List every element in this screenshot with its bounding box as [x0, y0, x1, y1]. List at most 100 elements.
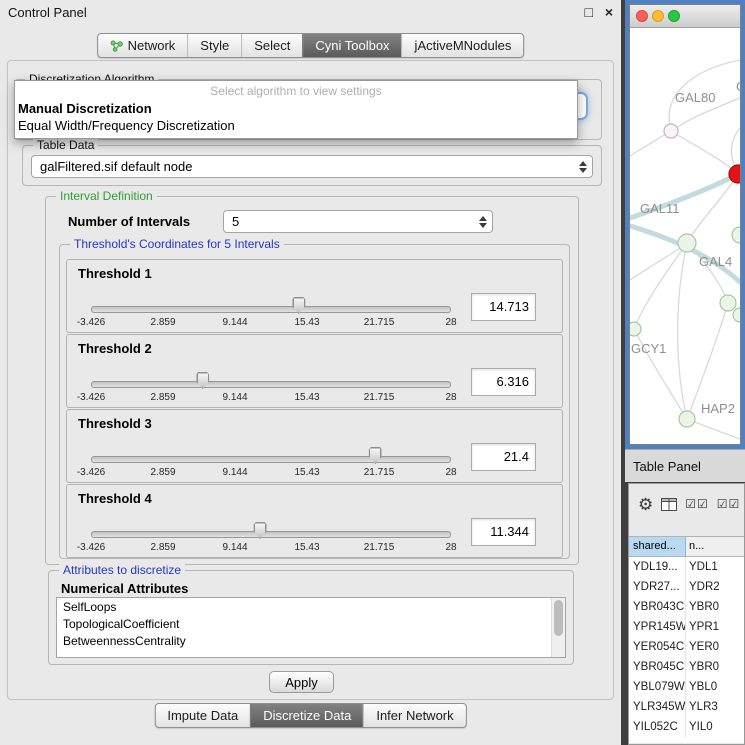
- threshold-1-slider[interactable]: [91, 296, 451, 318]
- float-window-icon[interactable]: □: [585, 4, 593, 20]
- cell-name: YBR0: [686, 657, 744, 677]
- group-title: Table Data: [33, 138, 98, 152]
- group-title: Interval Definition: [56, 189, 157, 203]
- network-node[interactable]: [733, 308, 740, 322]
- tab-infer-network[interactable]: Infer Network: [363, 704, 465, 727]
- network-node[interactable]: [678, 234, 696, 252]
- group-title: Attributes to discretize: [59, 563, 185, 577]
- threshold-label: Threshold 2: [78, 341, 152, 356]
- gear-icon[interactable]: ⚙: [638, 496, 653, 513]
- dropdown-option-manual-discretization[interactable]: Manual Discretization: [15, 100, 577, 117]
- cell-name: YDR2: [686, 577, 744, 597]
- tab-jactivemnodules[interactable]: jActiveMNodules: [402, 34, 524, 57]
- network-edge: [634, 243, 687, 329]
- threshold-1-value-field[interactable]: 14.713: [471, 293, 536, 321]
- tick-label: 15.43: [294, 467, 319, 478]
- scrollbar-thumb[interactable]: [554, 600, 563, 636]
- table-row[interactable]: YER054CYER0: [629, 637, 744, 657]
- table-row[interactable]: YBL079WYBL0: [629, 677, 744, 697]
- dropdown-option-equal-width-frequency[interactable]: Equal Width/Frequency Discretization: [15, 117, 577, 134]
- zoom-traffic-light-icon[interactable]: [668, 10, 680, 22]
- table-row[interactable]: YDL19...YDL1: [629, 557, 744, 577]
- minimize-traffic-light-icon[interactable]: [652, 10, 664, 22]
- network-node[interactable]: [630, 322, 641, 336]
- close-traffic-light-icon[interactable]: [636, 10, 648, 22]
- tab-label: Discretize Data: [263, 708, 351, 723]
- tab-impute-data[interactable]: Impute Data: [155, 704, 250, 727]
- tab-style[interactable]: Style: [187, 34, 241, 57]
- cell-shared-name: YBL079W: [629, 677, 686, 697]
- network-window-titlebar[interactable]: [630, 5, 740, 28]
- cell-name: YLR3: [686, 697, 744, 717]
- tick-label: 15.43: [294, 317, 319, 328]
- combobox-value: 5: [232, 211, 474, 232]
- cell-shared-name: YDR27...: [629, 577, 686, 597]
- network-graph: GAL80GAGAL11GAL4GCY1HAP2: [630, 28, 740, 444]
- cell-name: YER0: [686, 637, 744, 657]
- network-node-label: GAL80: [675, 90, 715, 105]
- tick-label: 9.144: [222, 317, 247, 328]
- table-row[interactable]: YLR345WYLR3: [629, 697, 744, 717]
- network-edge: [671, 131, 738, 174]
- network-edge: [630, 243, 687, 280]
- network-node[interactable]: [720, 295, 736, 311]
- column-header-name[interactable]: n...: [686, 537, 744, 556]
- threshold-2-slider[interactable]: [91, 371, 451, 393]
- attribute-item[interactable]: TopologicalCoefficient: [57, 616, 551, 633]
- threshold-3-box: Threshold 3 -3.4262.8599.14415.4321.7152…: [66, 409, 563, 483]
- column-header-shared-name[interactable]: shared...: [629, 537, 686, 556]
- table-row[interactable]: YIL052CYIL0: [629, 717, 744, 737]
- column-settings-icon[interactable]: [661, 498, 677, 511]
- threshold-2-value-field[interactable]: 6.316: [471, 368, 536, 396]
- slider-track[interactable]: [91, 381, 451, 388]
- table-row[interactable]: YBR045CYBR0: [629, 657, 744, 677]
- cell-shared-name: YER054C: [629, 637, 686, 657]
- tab-label: jActiveMNodules: [415, 38, 512, 53]
- slider-track[interactable]: [91, 456, 451, 463]
- table-data-combobox[interactable]: galFiltered.sif default node: [31, 155, 593, 178]
- control-panel-window: Control Panel □ × Network Style Select C…: [0, 0, 621, 745]
- table-row[interactable]: YPR145WYPR1: [629, 617, 744, 637]
- select-rows-icon[interactable]: ☑☑: [717, 497, 741, 511]
- cell-shared-name: YIL052C: [629, 717, 686, 737]
- window-title: Control Panel: [8, 5, 87, 20]
- table-toolbar: ⚙ ☑☑ ☑☑: [629, 484, 744, 524]
- tab-label: Cyni Toolbox: [315, 38, 389, 53]
- tick-label: 21.715: [364, 542, 395, 553]
- cell-shared-name: YLR345W: [629, 697, 686, 717]
- thresholds-group: Threshold's Coordinates for 5 Intervals …: [59, 244, 570, 559]
- network-node[interactable]: [664, 124, 678, 138]
- threshold-1-box: Threshold 1 -3.4262.8599.14415.4321.7152…: [66, 259, 563, 333]
- number-of-intervals-combobox[interactable]: 5: [223, 210, 493, 233]
- table-row[interactable]: YBR043CYBR0: [629, 597, 744, 617]
- slider-track[interactable]: [91, 531, 451, 538]
- network-icon: [110, 40, 123, 52]
- tick-label: 9.144: [222, 392, 247, 403]
- select-columns-icon[interactable]: ☑☑: [685, 497, 709, 511]
- threshold-2-box: Threshold 2 -3.4262.8599.14415.4321.7152…: [66, 334, 563, 408]
- tab-select[interactable]: Select: [241, 34, 302, 57]
- network-node[interactable]: [679, 411, 695, 427]
- network-node[interactable]: [732, 227, 740, 243]
- threshold-3-slider[interactable]: [91, 446, 451, 468]
- threshold-label: Threshold 4: [78, 491, 152, 506]
- threshold-4-value-field[interactable]: 11.344: [471, 518, 536, 546]
- apply-button[interactable]: Apply: [269, 671, 334, 693]
- cell-name: YIL0: [686, 717, 744, 737]
- network-canvas[interactable]: GAL80GAGAL11GAL4GCY1HAP2: [630, 28, 740, 444]
- threshold-4-slider[interactable]: [91, 521, 451, 543]
- close-window-icon[interactable]: ×: [605, 4, 613, 20]
- listbox-scrollbar[interactable]: [551, 598, 565, 657]
- cell-shared-name: YDL19...: [629, 557, 686, 577]
- tab-network[interactable]: Network: [98, 34, 188, 57]
- tab-cyni-toolbox[interactable]: Cyni Toolbox: [302, 34, 401, 57]
- table-row[interactable]: YDR27...YDR2: [629, 577, 744, 597]
- threshold-3-value-field[interactable]: 21.4: [471, 443, 536, 471]
- table-header-row: shared... n...: [629, 536, 744, 557]
- attribute-item[interactable]: SelfLoops: [57, 599, 551, 616]
- tick-label: 15.43: [294, 392, 319, 403]
- slider-track[interactable]: [91, 306, 451, 313]
- tab-discretize-data[interactable]: Discretize Data: [250, 704, 363, 727]
- tick-label: 2.859: [150, 317, 175, 328]
- attribute-item[interactable]: BetweennessCentrality: [57, 633, 551, 650]
